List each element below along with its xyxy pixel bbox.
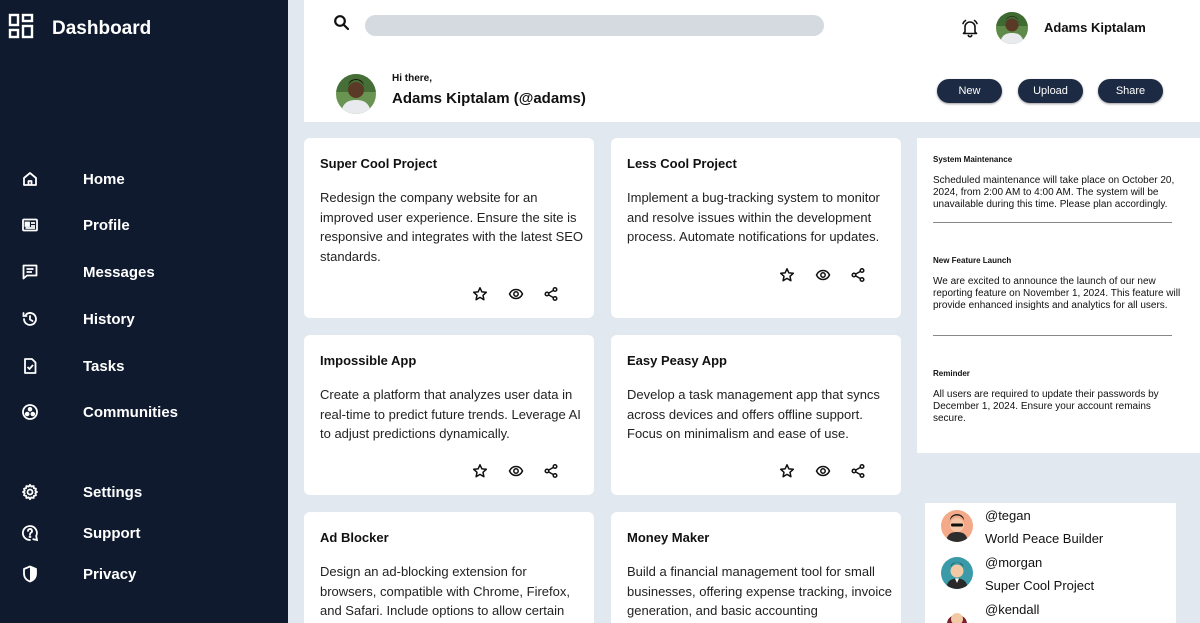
- share-icon[interactable]: [543, 286, 559, 302]
- id-card-icon: [21, 216, 39, 234]
- task-file-icon: [21, 357, 39, 375]
- project-title: Impossible App: [320, 353, 417, 368]
- upload-button[interactable]: Upload: [1018, 79, 1083, 103]
- sidebar-item-label: Privacy: [83, 565, 137, 583]
- people-list: @tegan World Peace Builder @morgan Super…: [925, 503, 1176, 623]
- card-actions: [779, 463, 869, 481]
- person-handle[interactable]: @kendall: [985, 602, 1039, 617]
- project-title: Money Maker: [627, 530, 710, 545]
- announcements-panel: System Maintenance Scheduled maintenance…: [917, 138, 1200, 453]
- message-icon: [21, 263, 39, 281]
- sidebar-item-label: Home: [83, 170, 125, 188]
- sidebar-item-support[interactable]: Support: [0, 518, 288, 548]
- profile-avatar[interactable]: [336, 74, 376, 114]
- dashboard-icon: [8, 13, 34, 44]
- share-icon[interactable]: [543, 463, 559, 479]
- announcement-title: New Feature Launch: [933, 256, 1012, 265]
- eye-icon[interactable]: [815, 267, 831, 283]
- announcement-item: System Maintenance Scheduled maintenance…: [933, 155, 1183, 211]
- brand[interactable]: Dashboard: [8, 13, 151, 44]
- sidebar-item-profile[interactable]: Profile: [0, 210, 288, 240]
- project-description: Build a financial management tool for sm…: [627, 564, 892, 618]
- search-icon[interactable]: [333, 14, 351, 32]
- project-title: Less Cool Project: [627, 156, 737, 171]
- project-title: Easy Peasy App: [627, 353, 727, 368]
- star-icon[interactable]: [779, 267, 795, 283]
- greeting-text: Hi there,: [392, 73, 433, 84]
- star-icon[interactable]: [472, 286, 488, 302]
- sidebar-item-messages[interactable]: Messages: [0, 257, 288, 287]
- display-name: Adams Kiptalam (@adams): [392, 90, 586, 107]
- divider: [933, 335, 1172, 336]
- sidebar-item-home[interactable]: Home: [0, 164, 288, 194]
- project-title: Super Cool Project: [320, 156, 438, 171]
- sidebar-item-history[interactable]: History: [0, 304, 288, 334]
- announcement-text: Scheduled maintenance will take place on…: [933, 175, 1175, 210]
- share-icon[interactable]: [850, 267, 866, 283]
- project-card[interactable]: Impossible App Create a platform that an…: [304, 335, 594, 495]
- eye-icon[interactable]: [508, 463, 524, 479]
- project-description: Create a platform that analyzes user dat…: [320, 387, 581, 441]
- sidebar-item-privacy[interactable]: Privacy: [0, 559, 288, 589]
- sidebar-item-label: Support: [83, 524, 141, 542]
- star-icon[interactable]: [779, 463, 795, 479]
- new-button[interactable]: New: [937, 79, 1002, 103]
- notification-bell-icon[interactable]: [960, 18, 980, 38]
- gear-icon: [21, 483, 39, 501]
- project-card[interactable]: Super Cool Project Redesign the company …: [304, 138, 594, 318]
- announcement-title: Reminder: [933, 369, 970, 378]
- project-description: Implement a bug-tracking system to monit…: [627, 190, 880, 244]
- sidebar-item-label: Tasks: [83, 357, 125, 375]
- sidebar-item-label: Profile: [83, 216, 130, 234]
- star-icon[interactable]: [472, 463, 488, 479]
- share-icon[interactable]: [850, 463, 866, 479]
- eye-icon[interactable]: [815, 463, 831, 479]
- sidebar-item-tasks[interactable]: Tasks: [0, 351, 288, 381]
- shield-icon: [21, 565, 39, 583]
- announcement-text: We are excited to announce the launch of…: [933, 276, 1181, 311]
- card-actions: [779, 267, 869, 285]
- person-handle[interactable]: @morgan: [985, 555, 1042, 570]
- sidebar-item-label: History: [83, 310, 135, 328]
- user-avatar[interactable]: [996, 12, 1028, 44]
- sidebar-item-label: Messages: [83, 263, 155, 281]
- project-card[interactable]: Ad Blocker Design an ad-blocking extensi…: [304, 512, 594, 623]
- person-handle[interactable]: @tegan: [985, 508, 1031, 523]
- card-actions: [472, 286, 562, 304]
- avatar[interactable]: [941, 557, 973, 589]
- sidebar: Dashboard Home Profile Messages History …: [0, 0, 288, 623]
- project-description: Redesign the company website for an impr…: [320, 190, 584, 264]
- project-card[interactable]: Less Cool Project Implement a bug-tracki…: [611, 138, 901, 318]
- person-project: Super Cool Project: [985, 578, 1095, 593]
- communities-icon: [21, 403, 39, 421]
- share-button[interactable]: Share: [1098, 79, 1163, 103]
- avatar[interactable]: [941, 510, 973, 542]
- project-description: Design an ad-blocking extension for brow…: [320, 564, 570, 618]
- project-card[interactable]: Easy Peasy App Develop a task management…: [611, 335, 901, 495]
- help-icon: [21, 524, 39, 542]
- user-name: Adams Kiptalam: [1044, 20, 1146, 35]
- search-input[interactable]: [365, 15, 824, 36]
- history-icon: [21, 310, 39, 328]
- person-project: World Peace Builder: [985, 531, 1104, 546]
- project-title: Ad Blocker: [320, 530, 389, 545]
- avatar[interactable]: [941, 604, 973, 623]
- announcement-text: All users are required to update their p…: [933, 389, 1159, 424]
- sidebar-item-label: Settings: [83, 483, 143, 501]
- home-icon: [21, 170, 39, 188]
- project-card[interactable]: Money Maker Build a financial management…: [611, 512, 901, 623]
- announcement-title: System Maintenance: [933, 155, 1013, 164]
- sidebar-item-communities[interactable]: Communities: [0, 397, 288, 427]
- announcement-item: New Feature Launch We are excited to ann…: [933, 256, 1183, 312]
- sidebar-item-settings[interactable]: Settings: [0, 477, 288, 507]
- card-actions: [472, 463, 562, 481]
- top-header: Adams Kiptalam Hi there, Adams Kiptalam …: [304, 0, 1200, 122]
- eye-icon[interactable]: [508, 286, 524, 302]
- app-title: Dashboard: [52, 17, 152, 39]
- divider: [933, 222, 1172, 223]
- sidebar-item-label: Communities: [83, 403, 179, 421]
- project-description: Develop a task management app that syncs…: [627, 387, 880, 441]
- announcement-item: Reminder All users are required to updat…: [933, 369, 1183, 425]
